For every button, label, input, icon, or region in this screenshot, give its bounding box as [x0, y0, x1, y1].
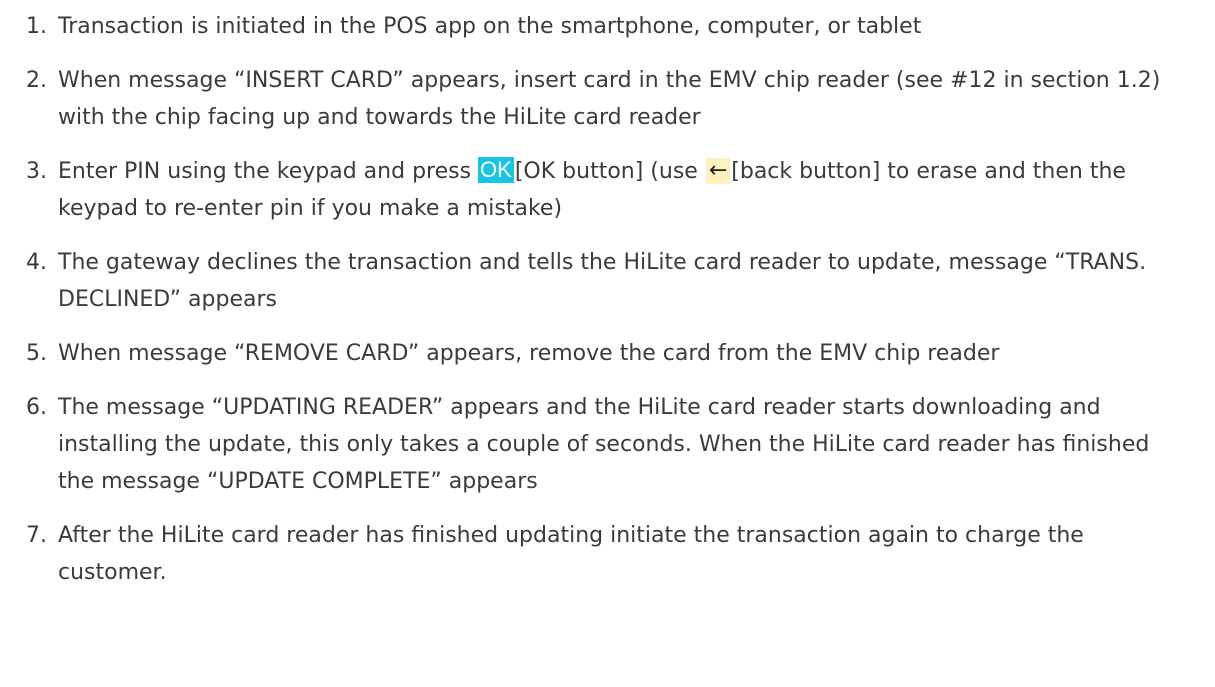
- step-number: 5.: [26, 341, 47, 366]
- step-6: 6. The message “UPDATING READER” appears…: [26, 389, 1186, 500]
- step-1: 1. Transaction is initiated in the POS a…: [26, 8, 1186, 45]
- step-number: 2.: [26, 68, 47, 93]
- step-text-part-2: [OK button] (use: [514, 159, 698, 184]
- step-text: The gateway declines the transaction and…: [58, 250, 1147, 312]
- step-number: 7.: [26, 523, 47, 548]
- ok-button-icon: OK: [478, 157, 514, 183]
- step-number: 1.: [26, 14, 47, 39]
- step-text: Transaction is initiated in the POS app …: [58, 14, 922, 39]
- step-number: 4.: [26, 250, 47, 275]
- step-number: 3.: [26, 159, 47, 184]
- step-5: 5. When message “REMOVE CARD” appears, r…: [26, 335, 1186, 372]
- step-2: 2. When message “INSERT CARD” appears, i…: [26, 62, 1186, 136]
- step-number: 6.: [26, 395, 47, 420]
- step-text: When message “REMOVE CARD” appears, remo…: [58, 341, 1000, 366]
- step-3: 3. Enter PIN using the keypad and press …: [26, 153, 1186, 227]
- step-7: 7. After the HiLite card reader has fini…: [26, 517, 1186, 591]
- step-text: When message “INSERT CARD” appears, inse…: [58, 68, 1161, 130]
- back-arrow-icon: ←: [705, 158, 731, 184]
- step-text: After the HiLite card reader has finishe…: [58, 523, 1084, 585]
- step-4: 4. The gateway declines the transaction …: [26, 244, 1186, 318]
- step-text-part-1: Enter PIN using the keypad and press: [58, 159, 479, 184]
- step-text: The message “UPDATING READER” appears an…: [58, 395, 1150, 494]
